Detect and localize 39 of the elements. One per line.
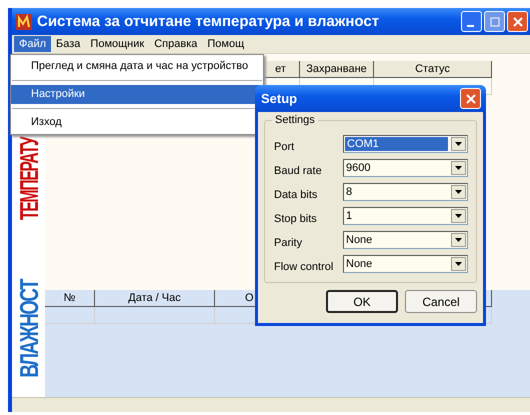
- dropdown-field[interactable]: COM1: [343, 135, 468, 153]
- ok-button[interactable]: OK: [326, 290, 398, 313]
- dropdown-field[interactable]: 9600: [343, 159, 468, 177]
- close-button[interactable]: [460, 88, 481, 109]
- dropdown-field[interactable]: None: [343, 255, 468, 273]
- field-label: Parity: [274, 237, 302, 249]
- app-icon: [16, 14, 32, 30]
- field-label: Flow control: [274, 261, 334, 273]
- close-button[interactable]: [507, 11, 528, 32]
- cancel-button[interactable]: Cancel: [405, 290, 477, 313]
- field-label: Baud rate: [274, 165, 322, 177]
- field-label: Data bits: [274, 189, 318, 201]
- menu-item[interactable]: Справка: [149, 36, 202, 52]
- column-header[interactable]: ет: [262, 61, 300, 78]
- menu-item[interactable]: База: [51, 36, 86, 52]
- group-label: Settings: [272, 114, 318, 126]
- humidity-label: ВЛАЖНОСТ: [14, 280, 44, 378]
- column-header[interactable]: Дата / Час: [95, 290, 215, 307]
- field-label: Port: [274, 141, 294, 153]
- maximize-button[interactable]: [484, 11, 505, 32]
- minimize-icon: [466, 24, 474, 26]
- minimize-button[interactable]: [461, 11, 482, 32]
- maximize-icon: [490, 16, 500, 26]
- close-icon: [512, 16, 522, 26]
- dialog-title: Setup: [261, 91, 298, 106]
- field-label: Stop bits: [274, 213, 317, 225]
- menu-item[interactable]: Файл: [14, 36, 52, 52]
- menu-item[interactable]: Помощ: [202, 36, 250, 52]
- column-header[interactable]: Статус: [374, 61, 492, 78]
- temperature-label: ТЕМПЕРАТУ: [14, 137, 44, 220]
- menu-item[interactable]: Помощник: [85, 36, 150, 52]
- menu-item[interactable]: Преглед и смяна дата и час на устройство: [11, 57, 263, 76]
- column-header[interactable]: №: [45, 290, 95, 307]
- dropdown-field[interactable]: 8: [343, 183, 468, 201]
- close-icon: [466, 94, 476, 104]
- dropdown-field[interactable]: 1: [343, 207, 468, 225]
- window-title: Система за отчитане температура и влажност: [37, 13, 380, 30]
- column-header[interactable]: Захранване: [300, 61, 374, 78]
- dropdown-field[interactable]: None: [343, 231, 468, 249]
